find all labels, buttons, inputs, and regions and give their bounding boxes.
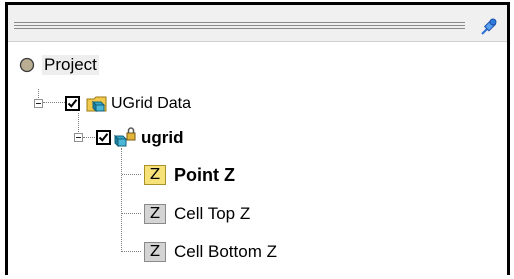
collapse-toggle[interactable] bbox=[74, 133, 83, 142]
tree-item-project[interactable]: Project bbox=[8, 54, 507, 76]
ugrid-folder-icon bbox=[86, 96, 107, 113]
tree-item-ugrid[interactable]: ugrid bbox=[8, 127, 507, 149]
dataset-item-cell-bottom-z[interactable]: Z Cell Bottom Z bbox=[8, 241, 507, 263]
project-icon bbox=[19, 57, 35, 73]
dataset-label: Cell Bottom Z bbox=[174, 242, 277, 261]
dataset-item-point-z[interactable]: Z Point Z bbox=[8, 164, 507, 186]
z-dataset-icon: Z bbox=[144, 204, 166, 224]
dataset-label: Point Z bbox=[174, 165, 235, 185]
z-icon-letter: Z bbox=[149, 242, 161, 260]
panel-titlebar[interactable] bbox=[8, 5, 507, 41]
tree-item-label: ugrid bbox=[141, 128, 184, 147]
ugrid-checkbox[interactable] bbox=[96, 130, 111, 145]
z-icon-letter: Z bbox=[149, 165, 161, 183]
project-explorer-panel: Project UGrid Data ugrid Z Point Z Z Cel… bbox=[5, 2, 510, 275]
tree-item-label: UGrid Data bbox=[111, 95, 192, 112]
ugrid-data-checkbox[interactable] bbox=[65, 96, 80, 111]
tree-item-label: Project bbox=[42, 55, 99, 75]
z-dataset-icon: Z bbox=[144, 242, 166, 262]
ugrid-locked-icon bbox=[113, 127, 136, 148]
pin-icon[interactable] bbox=[479, 17, 499, 37]
dataset-item-cell-top-z[interactable]: Z Cell Top Z bbox=[8, 203, 507, 225]
dataset-label: Cell Top Z bbox=[174, 204, 251, 223]
tree-item-ugrid-data[interactable]: UGrid Data bbox=[8, 93, 507, 115]
z-dataset-icon: Z bbox=[144, 165, 166, 185]
collapse-toggle[interactable] bbox=[34, 99, 43, 108]
drag-grip[interactable] bbox=[14, 22, 465, 29]
project-tree: Project UGrid Data ugrid Z Point Z Z Cel… bbox=[8, 41, 507, 279]
z-icon-letter: Z bbox=[149, 204, 161, 222]
